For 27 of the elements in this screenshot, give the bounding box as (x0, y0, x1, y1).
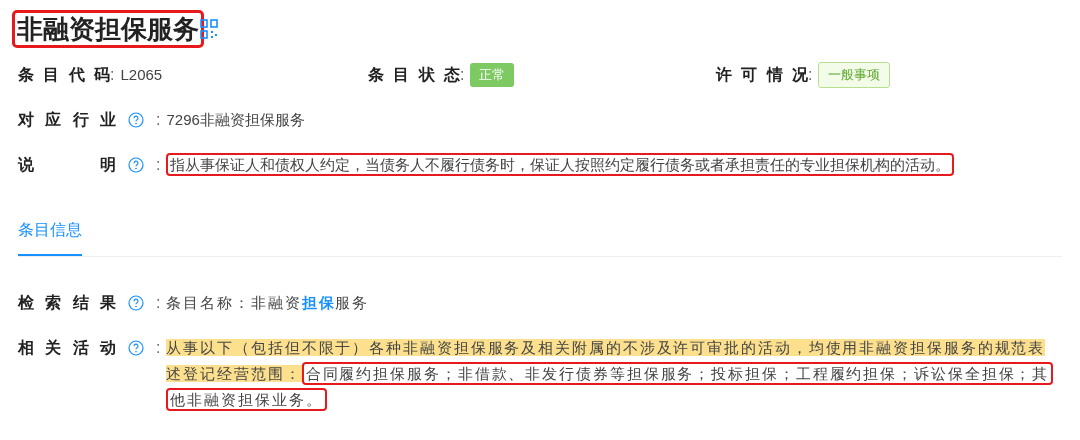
field-value: 条目名称：非融资担保服务 (166, 293, 370, 313)
help-icon[interactable] (128, 340, 144, 356)
field-label: 条目状态 (368, 65, 460, 85)
field-label: 检索结果 (18, 293, 116, 313)
page-title: 非融资担保服务 (12, 10, 204, 48)
colon: : (156, 338, 161, 358)
field-label: 说明 (18, 155, 116, 175)
field-label: 相关活动 (18, 338, 116, 358)
help-icon[interactable] (128, 112, 144, 128)
colon: : (110, 65, 115, 85)
colon: : (156, 155, 161, 175)
permit-tag: 一般事项 (818, 62, 891, 88)
colon: : (808, 65, 813, 85)
colon: : (156, 293, 161, 313)
field-value: 7296非融资担保服务 (166, 110, 305, 130)
field-value: L2065 (120, 64, 163, 85)
help-icon[interactable] (128, 295, 144, 311)
field-label: 许可情况 (716, 65, 808, 85)
status-tag: 正常 (470, 63, 515, 87)
colon: : (156, 110, 161, 130)
field-value: 指从事保证人和债权人约定，当债务人不履行债务时，保证人按照约定履行债务或者承担责任的专业担保机构的活动。 (166, 152, 955, 178)
tab[interactable]: 条目信息 (18, 216, 82, 256)
colon: : (460, 65, 465, 85)
field-label: 对应行业 (18, 110, 116, 130)
field-label: 条目代码 (18, 65, 110, 85)
help-icon[interactable] (128, 157, 144, 173)
qr-code-icon[interactable] (200, 19, 218, 39)
